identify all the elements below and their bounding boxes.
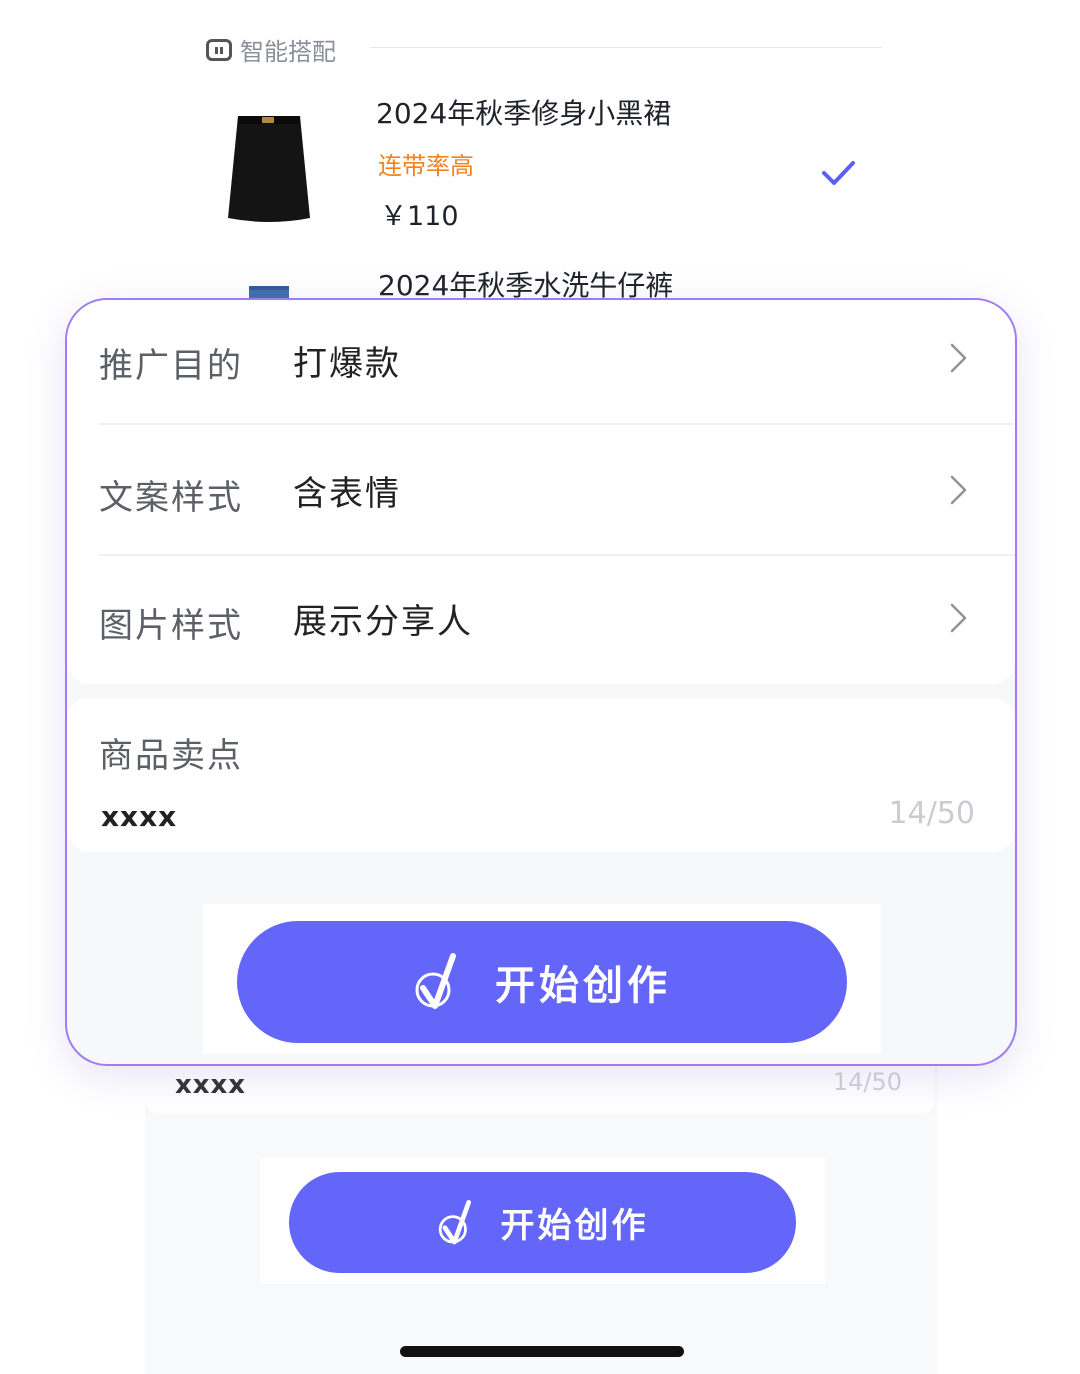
- smart-match-title: 智能搭配: [240, 38, 336, 66]
- background-char-counter: 14/50: [832, 1068, 902, 1096]
- option-row-promo-goal[interactable]: 推广目的 打爆款: [67, 300, 1015, 428]
- create-check-icon: [438, 1199, 471, 1244]
- option-label: 图片样式: [99, 606, 243, 646]
- create-check-icon: [415, 953, 456, 1009]
- option-value: 展示分享人: [293, 602, 473, 642]
- screen: 智能搭配 2024年秋季修身小黑裙 连带率高 ￥110 2024年秋季水洗牛仔裤…: [0, 0, 1080, 1374]
- divider: [99, 423, 1015, 425]
- background-selling-value: xxxx: [175, 1070, 247, 1100]
- char-counter: 14/50: [888, 796, 975, 831]
- creation-settings-sheet: 推广目的 打爆款 文案样式 含表情 图片样式 展示分享人 商品卖点 xxxx 1…: [65, 298, 1017, 1066]
- start-creation-label: 开始创作: [495, 963, 671, 1009]
- product-image-skirt[interactable]: [224, 110, 314, 226]
- smart-match-header: 智能搭配: [206, 32, 336, 67]
- divider: [370, 47, 882, 48]
- background-start-button[interactable]: 开始创作: [289, 1172, 796, 1273]
- home-indicator[interactable]: [400, 1346, 684, 1357]
- selling-point-card[interactable]: 商品卖点 xxxx 14/50: [67, 698, 1015, 852]
- start-creation-button[interactable]: 开始创作: [237, 921, 847, 1043]
- option-label: 推广目的: [99, 346, 243, 386]
- background-start-button-label: 开始创作: [500, 1206, 649, 1246]
- robot-icon: [206, 38, 232, 61]
- product-price: ￥110: [380, 201, 459, 232]
- product-tag: 连带率高: [378, 152, 474, 180]
- chevron-right-icon: [950, 603, 967, 633]
- option-value: 打爆款: [293, 344, 401, 384]
- selling-point-input[interactable]: xxxx: [101, 800, 177, 833]
- option-label: 文案样式: [99, 478, 243, 518]
- option-row-image-style[interactable]: 图片样式 展示分享人: [67, 556, 1015, 684]
- selling-point-label: 商品卖点: [99, 736, 243, 776]
- product-name[interactable]: 2024年秋季修身小黑裙: [376, 92, 671, 132]
- chevron-right-icon: [950, 475, 967, 505]
- chevron-right-icon: [950, 343, 967, 373]
- options-card: 推广目的 打爆款 文案样式 含表情 图片样式 展示分享人: [67, 300, 1015, 684]
- option-row-copy-style[interactable]: 文案样式 含表情: [67, 426, 1015, 554]
- option-value: 含表情: [293, 474, 401, 514]
- check-icon[interactable]: [820, 158, 856, 188]
